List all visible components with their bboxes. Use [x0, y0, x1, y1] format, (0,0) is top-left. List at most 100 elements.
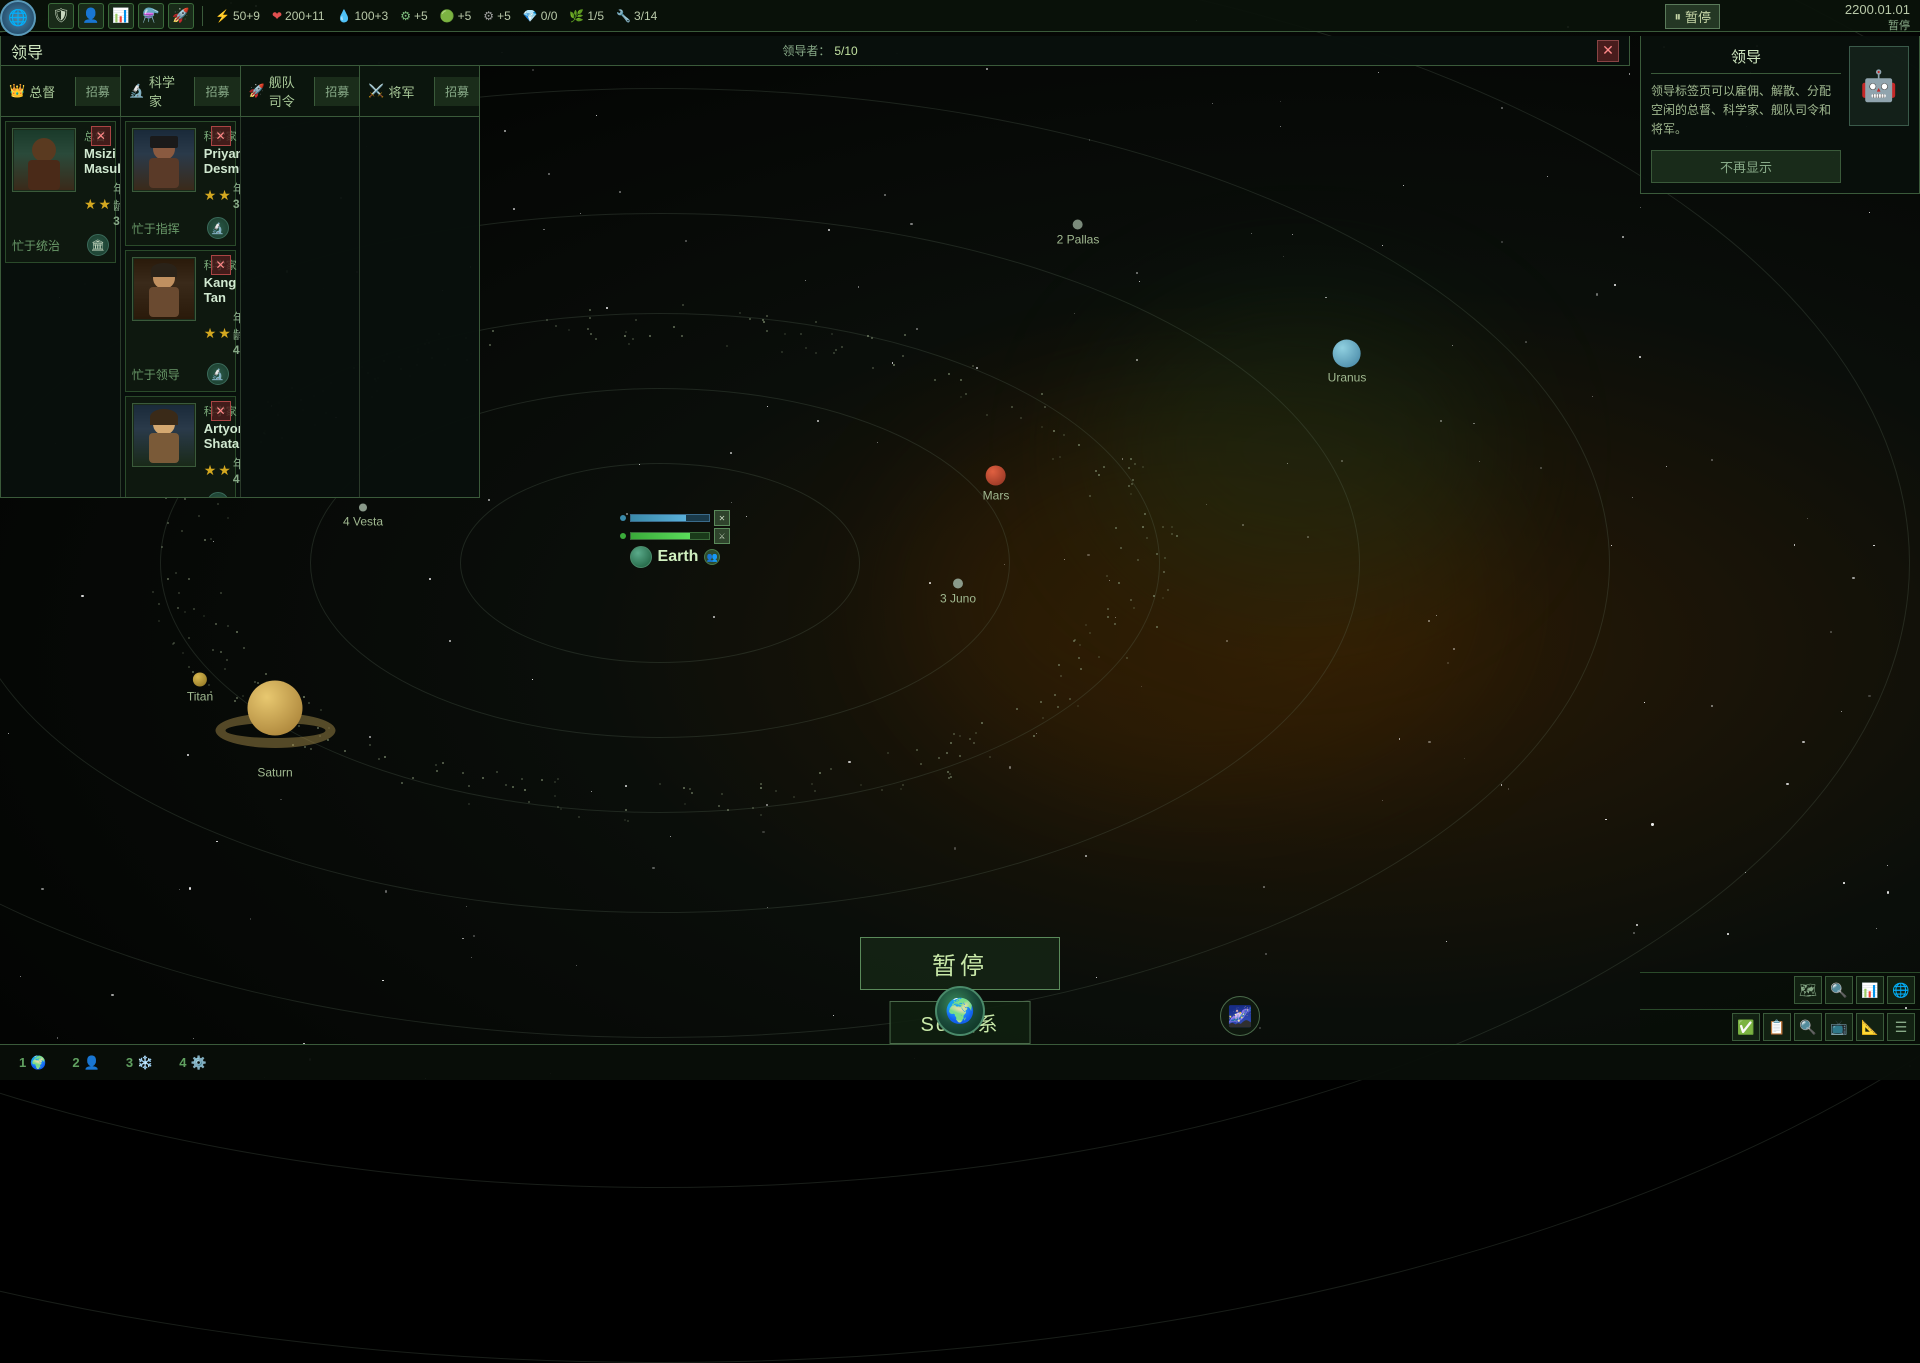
planet-4vesta[interactable]: 4 Vesta	[343, 504, 383, 529]
tab-group-scientist: 🔬 科学家 招募	[121, 66, 241, 116]
tab-general[interactable]: ⚔️ 将军	[360, 76, 434, 107]
nav-icon-1[interactable]: 🛡	[48, 3, 74, 29]
globe-button[interactable]: 🌍	[935, 986, 985, 1036]
scientist2-age-row: ★★ 年龄 43	[204, 309, 241, 357]
saturn-body	[248, 681, 303, 736]
leaders-tabs: 👑 总督 招募 🔬 科学家 招募 🚀 舰队司令 招募 ⚔️ 将军	[1, 66, 479, 117]
br-icon-list[interactable]: 📋	[1763, 1013, 1791, 1041]
nav-icon-4[interactable]: ⚗️	[138, 3, 164, 29]
no-show-button[interactable]: 不再显示	[1651, 150, 1841, 183]
earth-planet-icon[interactable]	[630, 546, 652, 568]
scientist2-age: 43	[233, 343, 241, 357]
general-recruit-btn[interactable]: 招募	[434, 77, 479, 106]
admiral-recruit-btn[interactable]: 招募	[314, 77, 359, 106]
scientist1-portrait-inner	[133, 129, 195, 191]
scientist1-status-row: 忙于指挥 🔬	[132, 217, 229, 239]
leaders-panel-header: 领导 领导者： 5/10 ✕	[0, 36, 1630, 66]
galaxy-icon-btn[interactable]: 🌌	[1220, 996, 1260, 1036]
tab3-icon: ❄️	[137, 1055, 153, 1071]
br-icon-map[interactable]: 🗺	[1794, 976, 1822, 1004]
robot-avatar: 🤖	[1849, 46, 1909, 126]
scientist3-close-btn[interactable]: ✕	[211, 401, 231, 421]
admiral-column	[241, 117, 361, 497]
br-icon-zoom[interactable]: 🔍	[1794, 1013, 1822, 1041]
bottom-tab-1[interactable]: 1 🌍	[10, 1050, 55, 1076]
pause-overlay: 暂停	[860, 937, 1060, 990]
tab-admiral[interactable]: 🚀 舰队司令	[241, 66, 315, 116]
pallas-body	[1073, 220, 1083, 230]
earth-health-icon-sm	[620, 533, 626, 539]
scientist2-stars: ★★	[204, 325, 233, 342]
saturn-system[interactable]: Saturn	[248, 681, 303, 780]
earth-pop-icon[interactable]: 👥	[704, 549, 720, 565]
uranus-label: Uranus	[1328, 371, 1367, 385]
governor-recruit-btn[interactable]: 招募	[75, 77, 120, 106]
scientist3-status: 忙于领导	[132, 495, 180, 498]
divider-1	[202, 6, 203, 26]
planet-2pallas[interactable]: 2 Pallas	[1057, 220, 1100, 247]
vesta-body	[359, 504, 367, 512]
r1-value: +5	[414, 9, 428, 23]
tab2-icon: 👤	[84, 1055, 100, 1071]
br-icon-chart[interactable]: 📊	[1856, 976, 1884, 1004]
scientist1-close-btn[interactable]: ✕	[211, 126, 231, 146]
nav-icon-3[interactable]: 📊	[108, 3, 134, 29]
bottom-tab-2[interactable]: 2 👤	[63, 1050, 108, 1076]
r4-value: 0/0	[541, 9, 558, 23]
scientist2-close-btn[interactable]: ✕	[211, 255, 231, 275]
planet-3juno[interactable]: 3 Juno	[940, 579, 976, 606]
tab-scientist[interactable]: 🔬 科学家	[121, 66, 195, 116]
scientist3-portrait-img	[134, 405, 194, 465]
br-icon-menu[interactable]: ☰	[1887, 1013, 1915, 1041]
scientist-recruit-btn[interactable]: 招募	[194, 77, 239, 106]
r2-icon: 🟢	[440, 9, 455, 23]
planet-mars[interactable]: Mars	[983, 466, 1010, 503]
resource-energy: ⚡ 50+9	[215, 9, 260, 23]
pause-label: 暂停	[1685, 7, 1711, 26]
governor-tab-label: 总督	[29, 82, 55, 101]
br-icon-ruler[interactable]: 📐	[1856, 1013, 1884, 1041]
energy-value: 50+9	[233, 9, 260, 23]
scientist-column: ✕ 科学家 Priyanka Desmukh	[121, 117, 241, 497]
scientist1-status-icon: 🔬	[207, 217, 229, 239]
governor-close-btn[interactable]: ✕	[91, 126, 111, 146]
scientist1-stars: ★★	[204, 187, 233, 204]
right-info-panel: 领导 领导标签页可以雇佣、解散、分配空闲的总督、科学家、舰队司令和将军。 不再显…	[1640, 36, 1920, 194]
scientist2-portrait	[132, 257, 196, 321]
mars-body	[986, 466, 1006, 486]
date-value: 2200.01.01	[1845, 2, 1910, 18]
br-icon-screen[interactable]: 📺	[1825, 1013, 1853, 1041]
right-info-title: 领导	[1651, 46, 1841, 74]
leaders-count-label: 领导者：	[782, 42, 830, 59]
pause-button[interactable]: ⏸ 暂停	[1665, 4, 1720, 29]
governor-age-label: 年龄 33	[113, 180, 121, 228]
governor-tab-icon: 👑	[9, 83, 25, 99]
bottom-tab-3[interactable]: 3 ❄️	[117, 1050, 162, 1076]
tab-group-governor: 👑 总督 招募	[1, 66, 121, 116]
nav-icon-2[interactable]: 👤	[78, 3, 104, 29]
earth-action-icon[interactable]: ✕	[714, 510, 730, 526]
game-logo[interactable]: 🌐	[0, 0, 36, 36]
bottom-tab-4[interactable]: 4 ⚙️	[170, 1050, 215, 1076]
br-icon-check[interactable]: ✅	[1732, 1013, 1760, 1041]
leader-card-scientist-2: ✕ 科学家 Kang Tan	[125, 250, 236, 392]
tab3-num: 3	[126, 1055, 133, 1070]
vesta-label: 4 Vesta	[343, 515, 383, 529]
planet-uranus[interactable]: Uranus	[1328, 340, 1367, 385]
resource-r4: 💎 0/0	[523, 9, 558, 23]
r6-icon: 🔧	[616, 9, 631, 23]
scientist1-age-label: 年龄 33	[233, 180, 241, 211]
earth-fleet-icon[interactable]: ⚔	[714, 528, 730, 544]
br-icon-globe[interactable]: 🌐	[1887, 976, 1915, 1004]
tab1-num: 1	[19, 1055, 26, 1070]
nav-icon-5[interactable]: 🚀	[168, 3, 194, 29]
scientist1-name: Priyanka Desmukh	[204, 146, 241, 176]
scientist3-portrait	[132, 403, 196, 467]
leaders-close-btn[interactable]: ✕	[1597, 40, 1619, 62]
uranus-body	[1333, 340, 1361, 368]
tab-governor[interactable]: 👑 总督	[1, 76, 75, 107]
planet-titan[interactable]: Titan	[187, 673, 213, 704]
earth-label: Earth	[658, 548, 699, 566]
bottom-right-panel: 🗺 🔍 📊 🌐 ✅ 📋 🔍 📺 📐 ☰	[1640, 972, 1920, 1044]
br-icon-search[interactable]: 🔍	[1825, 976, 1853, 1004]
